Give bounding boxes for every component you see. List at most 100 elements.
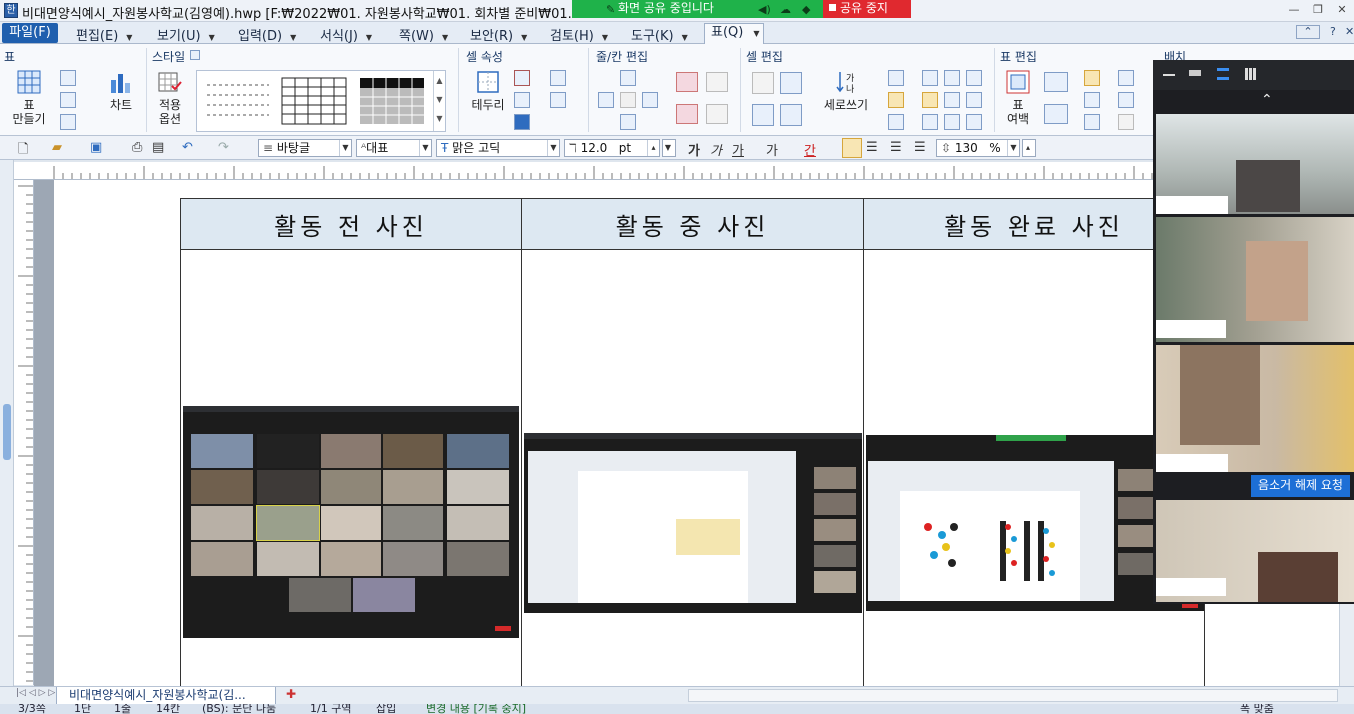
- table-style-grid[interactable]: [281, 77, 347, 125]
- vertical-write-button[interactable]: 가나 세로쓰기: [818, 70, 874, 112]
- help-button[interactable]: ?: [1330, 25, 1336, 38]
- tab-nav-icon[interactable]: |◁ ◁ ▷ ▷|: [16, 688, 58, 698]
- shield-icon[interactable]: ◆: [802, 1, 810, 18]
- stepper-icon[interactable]: ▴: [647, 140, 659, 156]
- ribbon-collapse-button[interactable]: ⌃: [1296, 25, 1320, 39]
- calc-icon[interactable]: [1118, 70, 1134, 86]
- cell-align-tr-icon[interactable]: [966, 70, 982, 86]
- doc-close-button[interactable]: ✕: [1345, 25, 1354, 38]
- status-track-changes[interactable]: 변경 내용 [기록 중지]: [426, 704, 526, 714]
- unmute-request-label[interactable]: 음소거 해제 요청: [1251, 475, 1350, 497]
- new-document-icon[interactable]: 🗋: [18, 140, 28, 162]
- cloud-icon[interactable]: ☁: [780, 1, 791, 18]
- undo-icon[interactable]: ↶: [182, 140, 193, 155]
- menu-insert[interactable]: 입력(D) ▼: [238, 25, 296, 44]
- table-style-gallery[interactable]: ▲ ▼ ▼: [196, 70, 446, 132]
- open-folder-icon[interactable]: ▰: [52, 140, 62, 155]
- table-margin-button[interactable]: 표 여백: [998, 70, 1038, 126]
- style-select[interactable]: ≡ 바탕글 ▼: [258, 139, 352, 157]
- apply-options-button[interactable]: 적용 옵션: [148, 70, 192, 126]
- align-middle-icon[interactable]: [888, 92, 904, 108]
- zoom-video-panel[interactable]: ⌃ 음소거 해제 요청: [1153, 60, 1354, 604]
- cell-align-mc-icon[interactable]: [944, 92, 960, 108]
- gallery-view-icon[interactable]: [1245, 68, 1257, 80]
- status-page[interactable]: 3/3쪽: [18, 704, 46, 714]
- delete-col-icon[interactable]: [676, 104, 698, 124]
- table-eraser-icon[interactable]: [60, 92, 76, 108]
- restore-button[interactable]: ❐: [1308, 3, 1328, 17]
- zoom-stepper[interactable]: ▴: [1022, 139, 1036, 157]
- menu-security[interactable]: 보안(R) ▼: [470, 25, 527, 44]
- minimize-video-icon[interactable]: [1163, 68, 1175, 76]
- panel-grip[interactable]: [3, 404, 11, 460]
- redo-icon[interactable]: ↷: [218, 140, 229, 155]
- horizontal-scrollbar[interactable]: [688, 689, 1338, 702]
- collapse-up-icon[interactable]: ⌃: [1261, 92, 1273, 108]
- insert-row-below-icon[interactable]: [620, 114, 636, 130]
- cell-align-bc-icon[interactable]: [944, 114, 960, 130]
- speaker-view-icon[interactable]: [1189, 70, 1201, 76]
- insert-row-above-icon[interactable]: [620, 70, 636, 86]
- font-size-dropdown[interactable]: ▼: [662, 139, 676, 157]
- cell-align-tc-icon[interactable]: [944, 70, 960, 86]
- cell-before-photo[interactable]: [180, 249, 522, 686]
- table-grid-icon[interactable]: [1084, 92, 1100, 108]
- align-center-icon[interactable]: ☰: [890, 140, 902, 155]
- zoom-input[interactable]: ⇳ 130 % ▼: [936, 139, 1020, 157]
- pen-color-icon[interactable]: [514, 70, 530, 86]
- save-icon[interactable]: ▣: [90, 140, 102, 155]
- cell-shade-icon[interactable]: [514, 114, 530, 130]
- table-layout-icon[interactable]: [1084, 70, 1100, 86]
- row-height-icon[interactable]: [1044, 72, 1068, 92]
- menu-edit[interactable]: 편집(E) ▼: [76, 25, 132, 44]
- cell-width-icon[interactable]: [780, 104, 802, 126]
- minimize-button[interactable]: —: [1284, 3, 1304, 17]
- tab-document[interactable]: 비대면양식예시_자원봉사학교(김...: [56, 687, 276, 705]
- status-insert-mode[interactable]: 삽입: [376, 704, 396, 714]
- table-style-dark[interactable]: [359, 77, 425, 125]
- menu-tools[interactable]: 도구(K) ▼: [631, 25, 688, 44]
- font-select[interactable]: Ŧ 맑은 고딕 ▼: [436, 139, 560, 157]
- header-before-activity[interactable]: 활동 전 사진: [180, 198, 522, 250]
- strike-button[interactable]: 가: [766, 140, 778, 159]
- insert-col-left-icon[interactable]: [598, 92, 614, 108]
- new-tab-icon[interactable]: ✚: [286, 687, 296, 701]
- gallery-scroll[interactable]: ▲ ▼ ▼: [433, 71, 445, 131]
- menu-page[interactable]: 쪽(W) ▼: [399, 25, 448, 44]
- speaker-icon[interactable]: ◀): [758, 1, 771, 18]
- underline-button[interactable]: 가: [732, 140, 744, 159]
- align-justify-button[interactable]: [842, 138, 862, 158]
- cell-align-bl-icon[interactable]: [922, 114, 938, 130]
- language-select[interactable]: ᴬ대표 ▼: [356, 139, 432, 157]
- cell-align-ml-icon[interactable]: [922, 92, 938, 108]
- cell-height-icon[interactable]: [752, 104, 774, 126]
- thumbnail-view-icon[interactable]: [1217, 68, 1229, 80]
- font-size-input[interactable]: ℸ 12.0 pt ▴: [564, 139, 660, 157]
- table-pen-icon[interactable]: [60, 70, 76, 86]
- table-style-dashed[interactable]: [205, 77, 271, 125]
- menu-table[interactable]: 표(Q) ▼: [704, 23, 764, 44]
- horizontal-ruler[interactable]: [14, 162, 1154, 180]
- chart-button[interactable]: 차트: [104, 70, 138, 112]
- align-left-icon[interactable]: ☰: [866, 140, 878, 155]
- make-table-button[interactable]: 표 만들기: [6, 70, 52, 126]
- cell-merge-icon[interactable]: [780, 72, 802, 94]
- sort-icon[interactable]: [1118, 92, 1134, 108]
- table-fit-icon[interactable]: [1084, 114, 1100, 130]
- menu-file[interactable]: 파일(F): [2, 23, 58, 43]
- bold-button[interactable]: 가: [688, 140, 700, 159]
- align-top-icon[interactable]: [888, 70, 904, 86]
- menu-format[interactable]: 서식(J) ▼: [320, 25, 372, 44]
- delete-row-icon[interactable]: [676, 72, 698, 92]
- align-bottom-icon[interactable]: [888, 114, 904, 130]
- font-color-button[interactable]: 간: [804, 140, 816, 159]
- status-zoom-fit[interactable]: 폭 맞춤: [1240, 704, 1274, 714]
- align-right-icon[interactable]: ☰: [914, 140, 926, 155]
- style-dialog-icon[interactable]: [190, 50, 200, 60]
- col-width-icon[interactable]: [1044, 104, 1068, 124]
- italic-button[interactable]: 가: [710, 140, 722, 159]
- line-weight-icon[interactable]: [550, 92, 566, 108]
- header-during-activity[interactable]: 활동 중 사진: [520, 198, 864, 250]
- share-pin-icon[interactable]: ✎: [606, 1, 615, 18]
- close-button[interactable]: ✕: [1332, 3, 1352, 17]
